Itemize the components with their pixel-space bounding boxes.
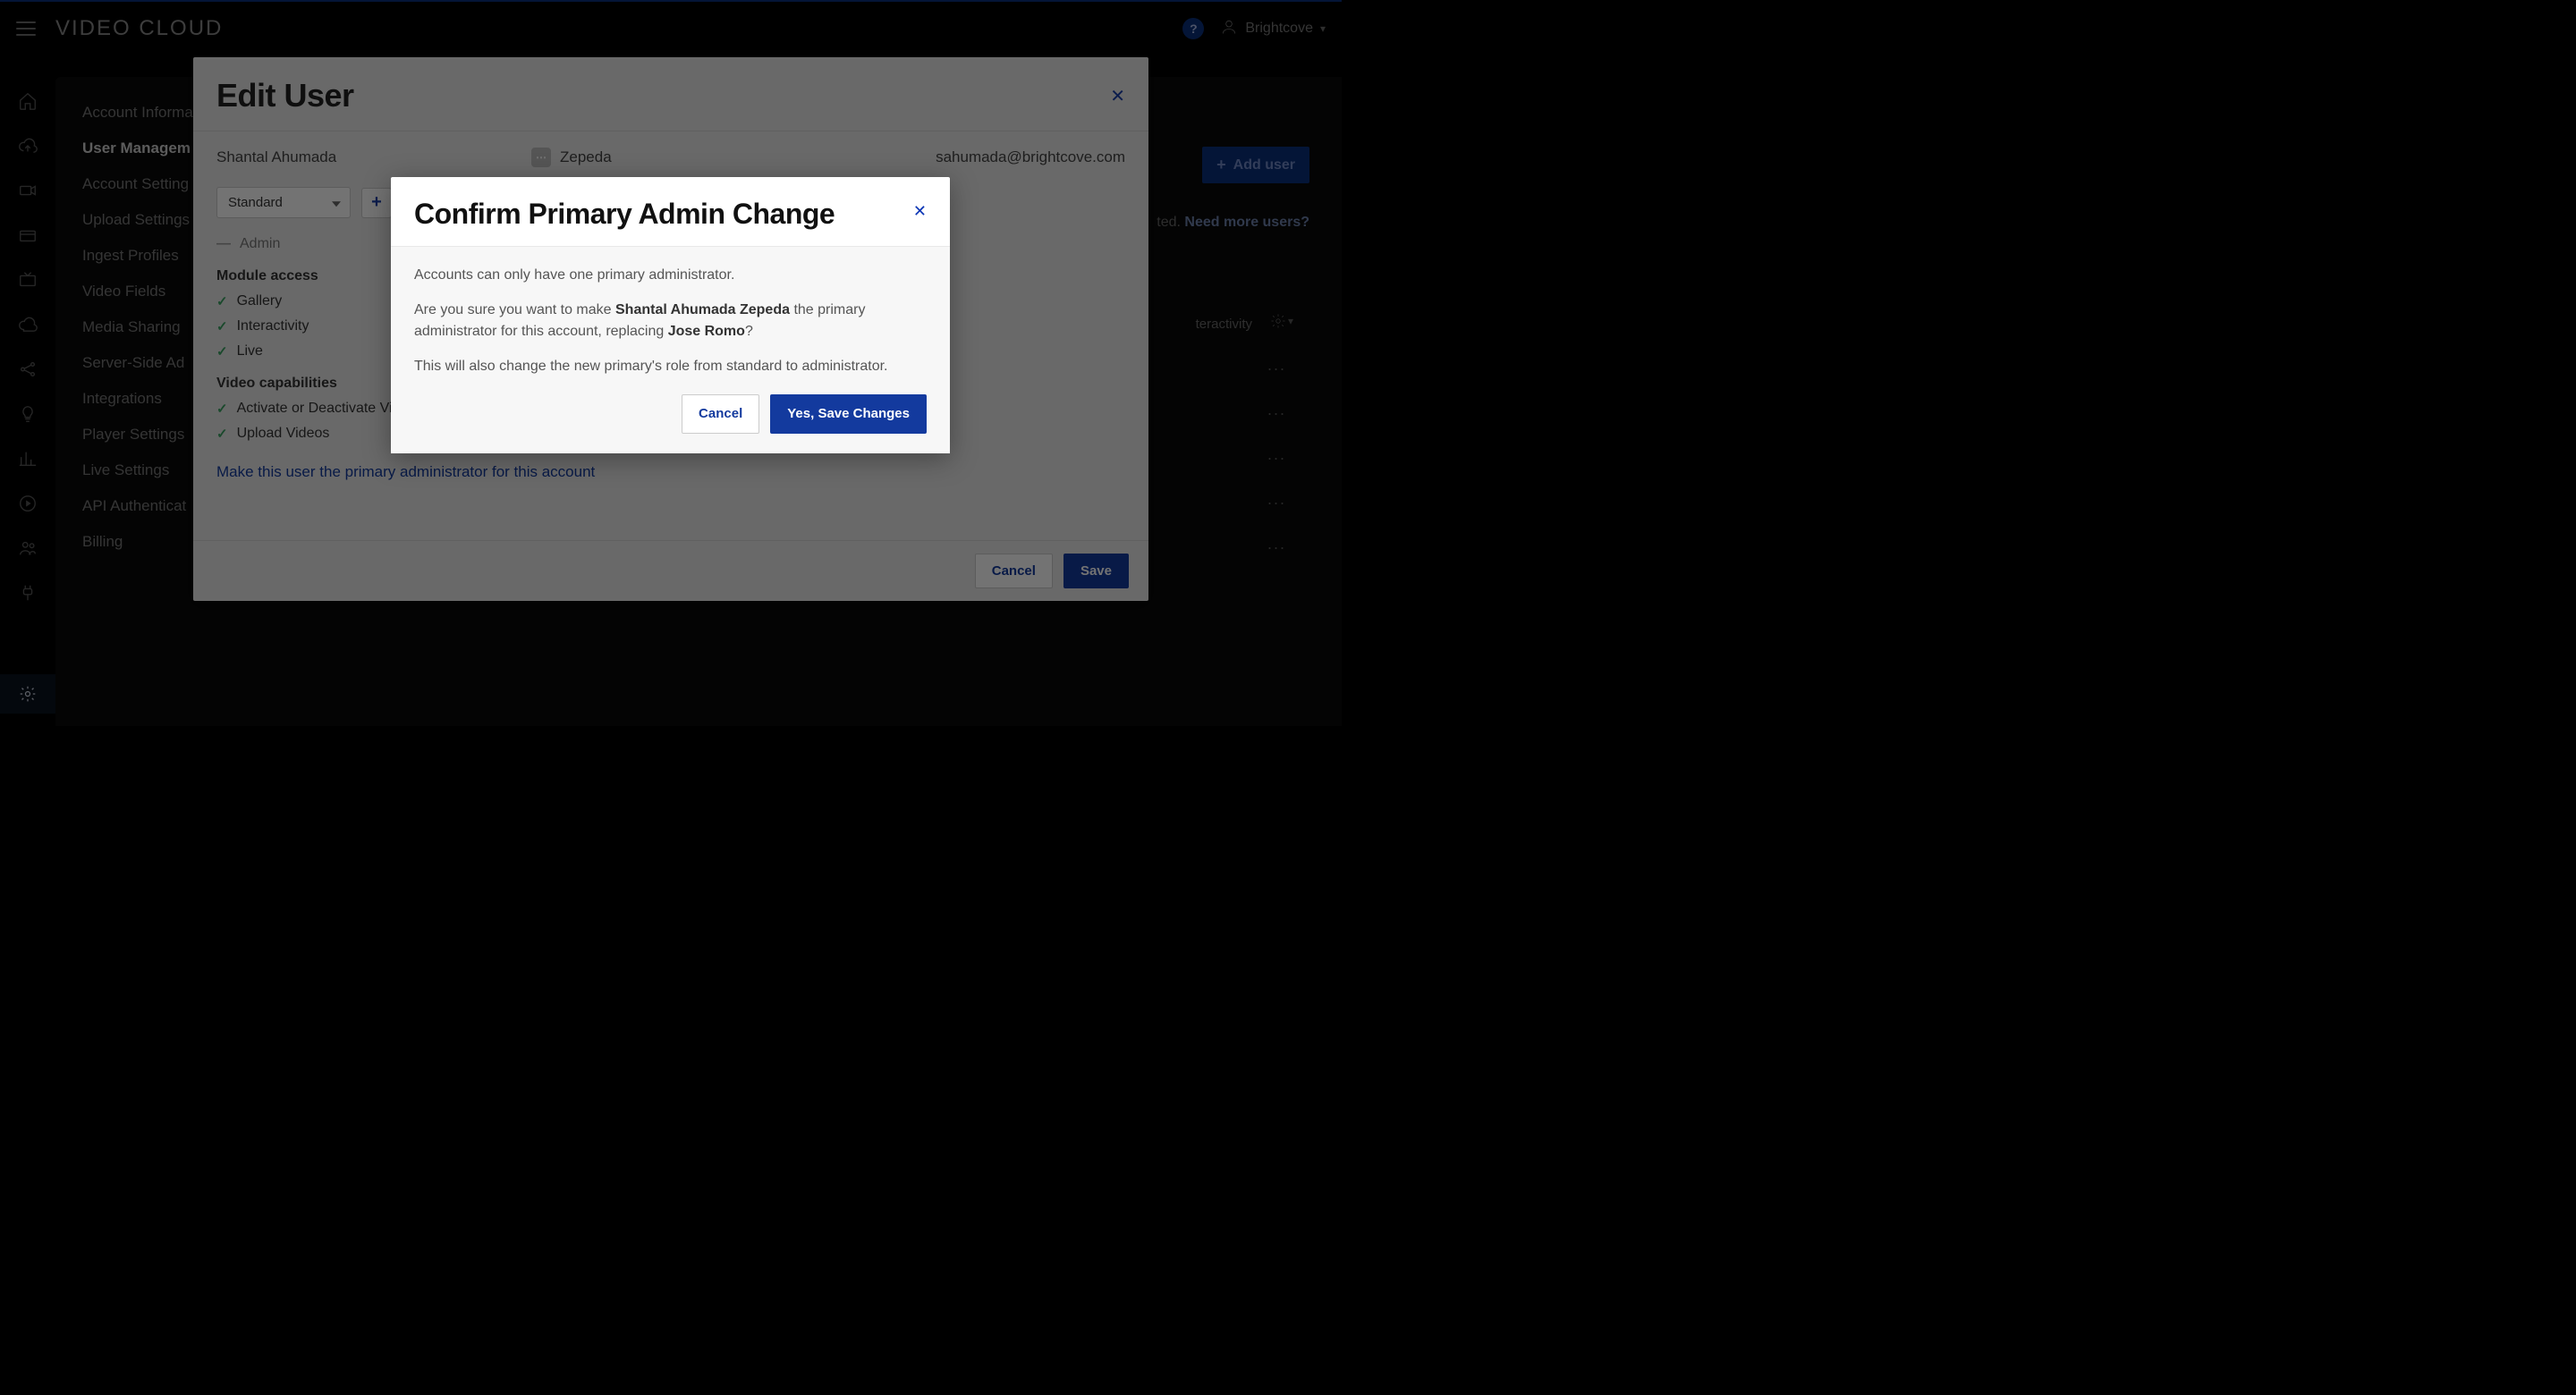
confirm-save-button[interactable]: Yes, Save Changes <box>770 394 927 434</box>
confirm-title: Confirm Primary Admin Change <box>414 199 835 230</box>
confirm-primary-admin-dialog: Confirm Primary Admin Change ✕ Accounts … <box>391 177 950 453</box>
close-icon[interactable]: ✕ <box>913 199 927 221</box>
confirm-cancel-button[interactable]: Cancel <box>682 394 759 434</box>
confirm-text-line2: Are you sure you want to make Shantal Ah… <box>414 300 927 341</box>
confirm-text-line1: Accounts can only have one primary admin… <box>414 265 927 285</box>
confirm-text-line3: This will also change the new primary's … <box>414 356 927 376</box>
